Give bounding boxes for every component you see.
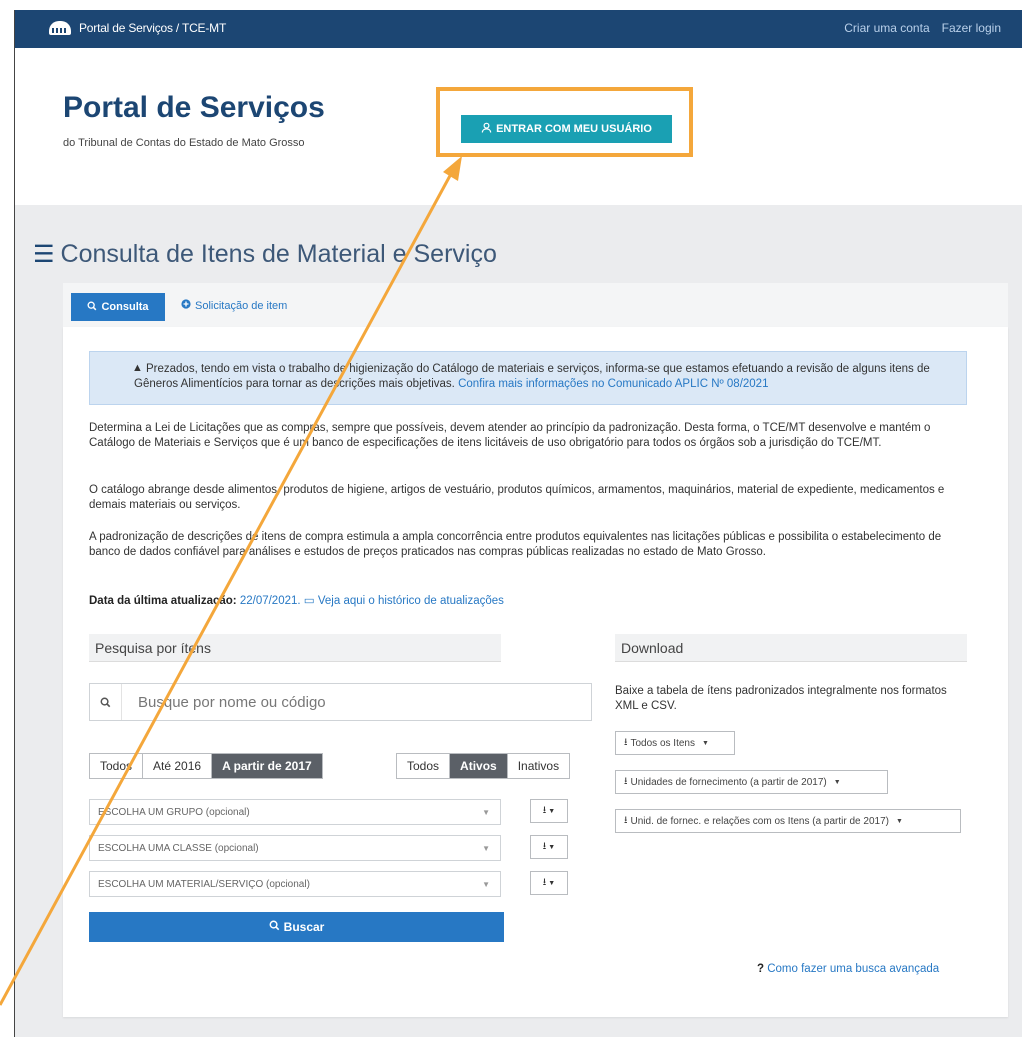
caret-down-icon: ▼ <box>895 817 903 825</box>
download-supply-units-label: Unidades de fornecimento (a partir de 20… <box>630 776 827 788</box>
page-header: Portal de Serviços do Tribunal de Contas… <box>15 48 1022 205</box>
download-icon: ⭳ <box>542 876 547 888</box>
group-select[interactable]: ESCOLHA UM GRUPO (opcional) ▼ <box>89 799 501 825</box>
class-download-button[interactable]: ⭳ ▼ <box>530 835 568 859</box>
top-links: Criar uma conta Fazer login <box>844 21 1001 35</box>
search-button[interactable]: Buscar <box>89 912 504 942</box>
brand-text: Portal de Serviços / TCE-MT <box>79 21 227 35</box>
tabs: Consulta Solicitação de item <box>63 283 1008 327</box>
paragraph-competition: A padronização de descrições de itens de… <box>89 531 942 558</box>
search-icon <box>269 920 280 934</box>
class-select-value: ESCOLHA UMA CLASSE (opcional) <box>98 843 259 854</box>
search-input[interactable]: Busque por nome ou código <box>122 694 326 711</box>
download-icon: ⭳ <box>624 775 628 787</box>
browser-frame: Portal de Serviços / TCE-MT Criar uma co… <box>14 10 1022 1037</box>
download-description: Baixe a tabela de ítens padronizados int… <box>615 685 947 712</box>
download-icon: ⭳ <box>624 736 628 748</box>
paragraph-catalog-scope: O catálogo abrange desde alimentos, prod… <box>89 484 945 511</box>
search-button-label: Buscar <box>283 920 325 934</box>
status-filter: Todos Ativos Inativos <box>396 753 571 779</box>
tab-solicitacao-label: Solicitação de item <box>195 299 288 312</box>
history-link[interactable]: Veja aqui o histórico de atualizações <box>318 595 504 607</box>
group-select-value: ESCOLHA UM GRUPO (opcional) <box>98 807 250 818</box>
period-all[interactable]: Todos <box>90 754 144 778</box>
content-card: ▲ Prezados, tendo em vista o trabalho de… <box>63 327 1008 1017</box>
warning-icon: ▲ <box>132 362 143 374</box>
caret-down-icon: ▼ <box>548 843 556 851</box>
material-select-value: ESCOLHA UM MATERIAL/SERVIÇO (opcional) <box>98 879 310 890</box>
caret-down-icon: ▼ <box>482 880 490 889</box>
status-active[interactable]: Ativos <box>450 754 508 778</box>
menu-icon[interactable]: ☰ <box>33 240 55 269</box>
tab-solicitacao[interactable]: Solicitação de item <box>181 299 287 312</box>
group-download-button[interactable]: ⭳ ▼ <box>530 799 568 823</box>
last-update: Data da última atualização: 22/07/2021. … <box>89 593 504 607</box>
advanced-search-link[interactable]: Como fazer uma busca avançada <box>767 963 939 975</box>
tce-logo-icon <box>49 21 71 35</box>
enter-button-label: ENTRAR COM MEU USUÁRIO <box>496 123 652 135</box>
portal-title: Portal de Serviços <box>63 91 325 124</box>
search-section-heading: Pesquisa por ítens <box>89 634 501 662</box>
enter-with-user-button[interactable]: ENTRAR COM MEU USUÁRIO <box>461 115 672 143</box>
period-filter: Todos Até 2016 A partir de 2017 <box>89 753 323 779</box>
caret-down-icon: ▼ <box>548 879 556 887</box>
main-area: ☰ Consulta de Itens de Material e Serviç… <box>15 205 1022 1037</box>
caret-down-icon: ▼ <box>548 807 556 815</box>
download-supply-units-button[interactable]: ⭳ Unidades de fornecimento (a partir de … <box>615 770 888 794</box>
brand[interactable]: Portal de Serviços / TCE-MT <box>49 21 226 35</box>
caret-down-icon: ▼ <box>833 778 841 786</box>
paragraph-standardization: Determina a Lei de Licitações que as com… <box>89 422 931 449</box>
download-units-relations-button[interactable]: ⭳ Unid. de fornec. e relações com os Ite… <box>615 809 961 833</box>
caret-down-icon: ▼ <box>482 844 490 853</box>
plus-circle-icon <box>181 299 191 312</box>
question-icon: ? <box>757 963 765 975</box>
page-title-text: Consulta de Itens de Material e Serviço <box>60 240 497 268</box>
download-all-items-label: Todos os Itens <box>630 737 695 749</box>
create-account-link[interactable]: Criar uma conta <box>844 21 929 35</box>
download-section-heading: Download <box>615 634 967 662</box>
caret-down-icon: ▼ <box>701 739 709 747</box>
info-alert: ▲ Prezados, tendo em vista o trabalho de… <box>89 351 967 405</box>
aplic-announcement-link[interactable]: Confira mais informações no Comunicado A… <box>458 378 768 390</box>
tab-consulta-label: Consulta <box>101 301 149 313</box>
user-icon <box>481 122 492 136</box>
download-icon: ⭳ <box>542 804 547 816</box>
period-until-2016[interactable]: Até 2016 <box>143 754 213 778</box>
page-title: ☰ Consulta de Itens de Material e Serviç… <box>33 240 497 269</box>
material-select[interactable]: ESCOLHA UM MATERIAL/SERVIÇO (opcional) ▼ <box>89 871 501 897</box>
class-select[interactable]: ESCOLHA UMA CLASSE (opcional) ▼ <box>89 835 501 861</box>
download-units-relations-label: Unid. de fornec. e relações com os Itens… <box>630 815 889 827</box>
caret-down-icon: ▼ <box>482 808 490 817</box>
download-icon: ⭳ <box>624 814 628 826</box>
period-from-2017[interactable]: A partir de 2017 <box>212 754 322 778</box>
calendar-icon: ▭ <box>303 595 315 607</box>
material-download-button[interactable]: ⭳ ▼ <box>530 871 568 895</box>
last-update-label: Data da última atualização: <box>89 595 237 607</box>
download-all-items-button[interactable]: ⭳ Todos os Itens ▼ <box>615 731 735 755</box>
search-box[interactable]: Busque por nome ou código <box>89 683 592 721</box>
search-icon <box>90 684 122 720</box>
last-update-date: 22/07/2021. <box>239 595 301 607</box>
top-navbar: Portal de Serviços / TCE-MT Criar uma co… <box>15 10 1022 48</box>
search-icon <box>87 301 97 314</box>
advanced-search-help: ? Como fazer uma busca avançada <box>757 963 939 975</box>
portal-subtitle: do Tribunal de Contas do Estado de Mato … <box>63 137 305 149</box>
tab-consulta[interactable]: Consulta <box>71 293 165 321</box>
login-link[interactable]: Fazer login <box>942 21 1001 35</box>
status-inactive[interactable]: Inativos <box>507 754 570 778</box>
status-all[interactable]: Todos <box>397 754 451 778</box>
download-icon: ⭳ <box>542 840 547 852</box>
